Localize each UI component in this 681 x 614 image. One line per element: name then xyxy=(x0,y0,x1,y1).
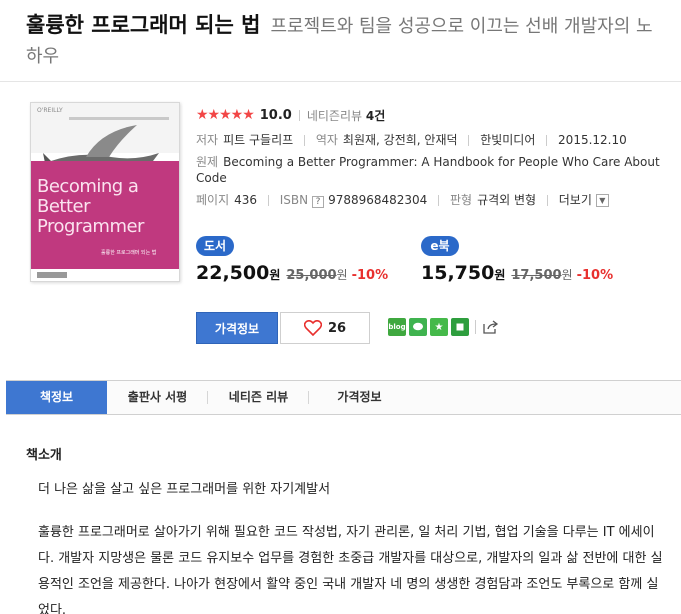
page-count: 436 xyxy=(234,193,258,207)
print-discount: -10% xyxy=(351,268,389,283)
book-title: 훌륭한 프로그래머 되는 법 xyxy=(26,13,261,37)
intro-body: 훌륭한 프로그래머로 살아가기 위해 필요한 코드 작성법, 자기 관리론, 일… xyxy=(38,525,663,614)
tab-bar: 책정보 출판사 서평 네티즌 리뷰 가격정보 xyxy=(6,380,681,415)
author-row: 저자 피트 구들리프 역자 최원재, 강전희, 안재덕 한빛미디어 2015.12.… xyxy=(196,132,666,148)
original-title-label: 원제 xyxy=(196,155,219,169)
review-count-link[interactable]: 4건 xyxy=(366,107,385,124)
isbn-help-icon[interactable]: ? xyxy=(312,196,325,208)
tab-label: 출판사 서평 xyxy=(127,390,188,404)
heart-icon xyxy=(303,320,322,336)
book-cover[interactable]: O'REILLY Becoming a Better Programmer 훌륭… xyxy=(30,102,180,282)
print-price-line: 22,500원 25,000원 -10% xyxy=(196,262,406,284)
currency-unit: 원 xyxy=(494,268,506,282)
title-divider xyxy=(0,81,681,82)
translator-links[interactable]: 최원재, 강전희, 안재덕 xyxy=(343,133,458,147)
ebook-price-block: e북 15,750원 17,500원 -10% xyxy=(421,235,631,284)
section-title: 책소개 xyxy=(26,448,62,463)
print-price: 22,500 xyxy=(196,262,270,284)
divider xyxy=(303,135,305,146)
more-link[interactable]: 더보기 xyxy=(559,193,592,207)
print-price-block: 도서 22,500원 25,000원 -10% xyxy=(196,235,406,284)
isbn-label: ISBN xyxy=(279,193,309,207)
publisher-link[interactable]: 한빛미디어 xyxy=(480,133,535,147)
book-info: ★★★★★ 10.0 네티즌리뷰 4건 저자 피트 구들리프 역자 최원재, 강전희… xyxy=(196,104,666,208)
share-group: blog ★ xyxy=(388,318,500,336)
divider xyxy=(546,135,548,146)
divider xyxy=(546,195,548,206)
translator-label: 역자 xyxy=(315,133,338,147)
cover-title: Becoming a Better Programmer xyxy=(37,176,144,237)
print-original-price: 25,000 xyxy=(286,268,337,283)
cover-tagline xyxy=(69,117,169,120)
like-count: 26 xyxy=(327,320,347,336)
details-row: 페이지 436 ISBN? 9788968482304 판형 규격외 변형 더보기 ▼ xyxy=(196,192,666,208)
cover-publisher-mark: O'REILLY xyxy=(37,107,63,114)
tab-label: 네티즌 리뷰 xyxy=(228,390,289,404)
divider xyxy=(438,195,440,206)
cover-korean-subtitle: 훌륭한 프로그래머 되는 법 xyxy=(101,250,157,256)
divider xyxy=(468,135,470,146)
blog-share-label: blog xyxy=(388,323,406,331)
original-title-row: 원제 Becoming a Better Programmer: A Handbo… xyxy=(196,154,666,186)
edition-value: 규격외 변형 xyxy=(477,193,537,207)
title-area: 훌륭한 프로그래머 되는 법 프로젝트와 팀을 성공으로 이끄는 선배 개발자의 … xyxy=(26,10,666,72)
ebook-format-badge[interactable]: e북 xyxy=(421,236,459,256)
divider xyxy=(298,109,300,121)
review-label: 네티즌리뷰 xyxy=(306,108,363,123)
blog-share-icon[interactable]: blog xyxy=(388,318,406,336)
tab-price-info[interactable]: 가격정보 xyxy=(309,381,410,414)
cover-title-panel: Becoming a Better Programmer 훌륭한 프로그래머 되… xyxy=(31,161,179,269)
author-link[interactable]: 피트 구들리프 xyxy=(223,133,293,147)
intro-lead: 더 나은 삶을 살고 싶은 프로그래머를 위한 자기계발서 xyxy=(38,482,331,497)
square-icon xyxy=(456,323,464,331)
share-icon[interactable] xyxy=(482,318,500,336)
rating-score: 10.0 xyxy=(259,107,292,123)
star-rating-icon: ★★★★★ xyxy=(196,107,255,123)
original-title: Becoming a Better Programmer: A Handbook… xyxy=(196,155,660,185)
isbn-value: 9788968482304 xyxy=(328,193,428,207)
edition-label: 판형 xyxy=(449,193,473,207)
publisher-logo xyxy=(37,272,67,278)
currency-unit: 원 xyxy=(561,268,573,282)
bookmark-share-icon[interactable]: ★ xyxy=(430,318,448,336)
tab-netizen-review[interactable]: 네티즌 리뷰 xyxy=(208,381,309,414)
ebook-price: 15,750 xyxy=(421,262,495,284)
divider xyxy=(475,320,476,334)
share-arrow-icon xyxy=(483,320,499,334)
ebook-discount: -10% xyxy=(576,268,614,283)
publish-date: 2015.12.10 xyxy=(558,133,627,147)
currency-unit: 원 xyxy=(336,268,348,282)
price-info-button[interactable]: 가격정보 xyxy=(196,312,278,344)
speech-bubble-icon xyxy=(413,322,423,331)
talk-share-icon[interactable] xyxy=(409,318,427,336)
currency-unit: 원 xyxy=(269,268,281,282)
like-button[interactable]: 26 xyxy=(280,312,370,344)
ebook-price-line: 15,750원 17,500원 -10% xyxy=(421,262,631,284)
ebook-original-price: 17,500 xyxy=(511,268,562,283)
divider xyxy=(267,195,269,206)
chevron-down-icon[interactable]: ▼ xyxy=(595,194,609,207)
rating-row: ★★★★★ 10.0 네티즌리뷰 4건 xyxy=(196,104,666,126)
tab-publisher-review[interactable]: 출판사 서평 xyxy=(107,381,208,414)
pages-label: 페이지 xyxy=(196,193,230,207)
cover-bottom-band xyxy=(31,269,179,281)
tab-book-info[interactable]: 책정보 xyxy=(6,381,107,414)
author-label: 저자 xyxy=(196,133,219,147)
print-format-badge[interactable]: 도서 xyxy=(196,236,234,256)
note-share-icon[interactable] xyxy=(451,318,469,336)
